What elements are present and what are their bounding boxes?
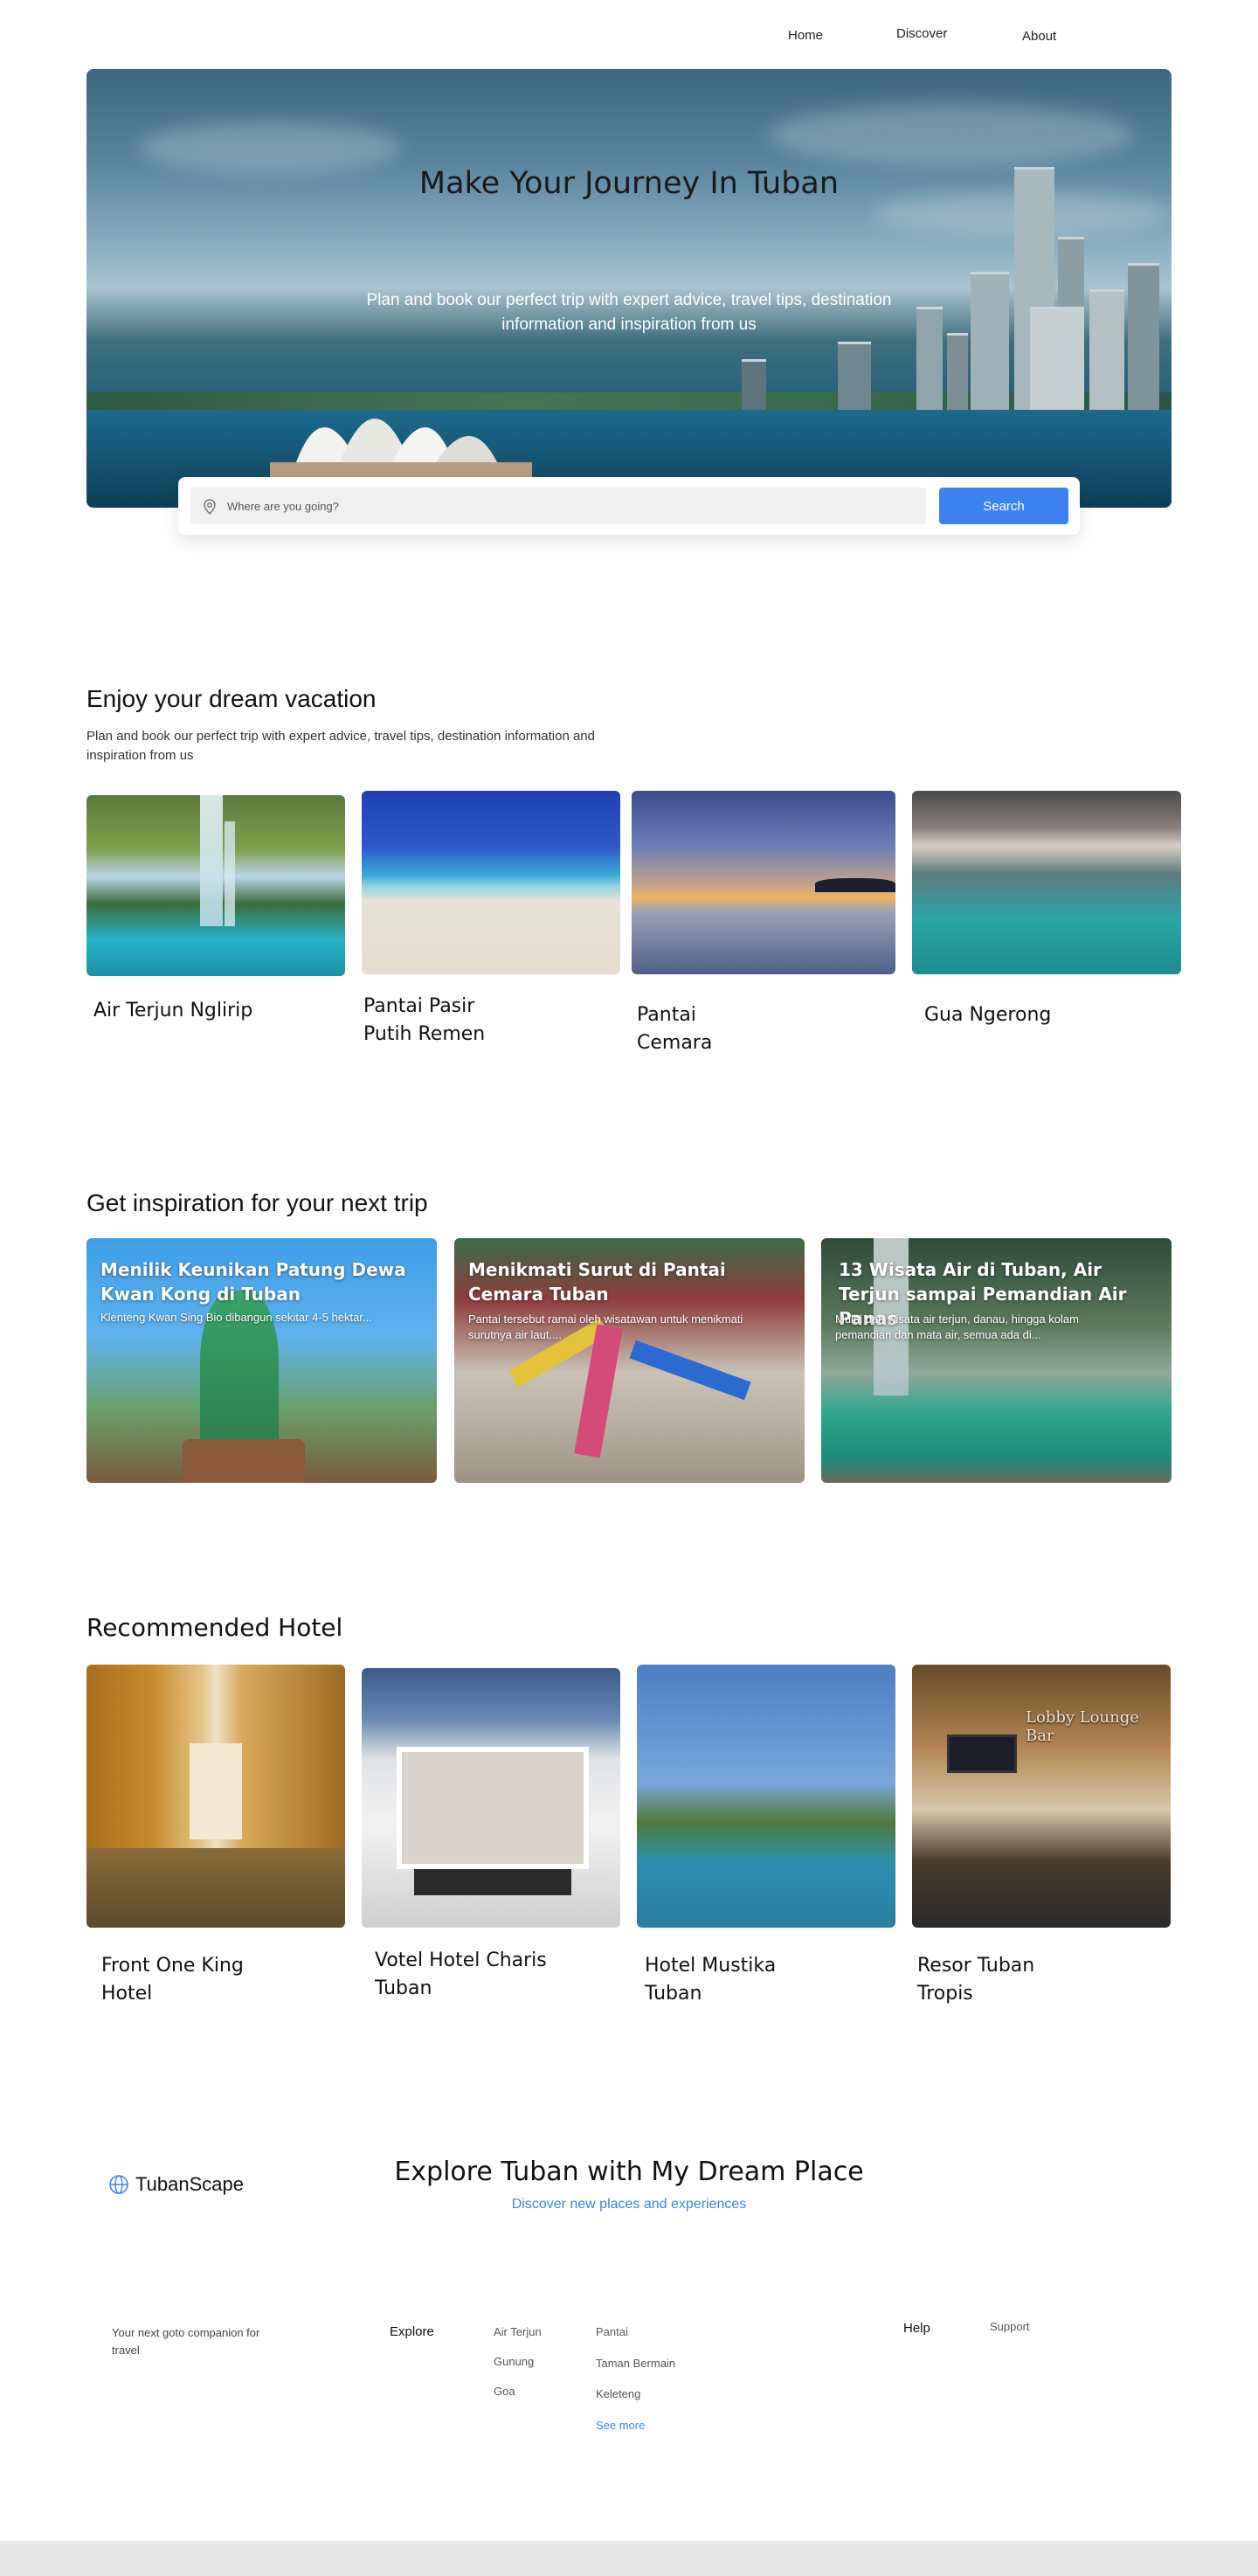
card-image-cave-pool[interactable]	[912, 791, 1181, 974]
footer-link-keleteng[interactable]: Keleteng	[596, 2387, 640, 2400]
search-bar: Search	[178, 477, 1080, 535]
hotel-image-pool[interactable]	[637, 1665, 895, 1928]
footer-tagline: Your next goto companion for travel	[112, 2326, 260, 2357]
search-button[interactable]: Search	[939, 488, 1068, 524]
nav-home-link[interactable]: Home	[788, 28, 823, 43]
footer-link-gunung[interactable]: Gunung	[494, 2355, 534, 2368]
inspiration-card-cemara[interactable]: Menikmati Surut di Pantai Cemara Tuban P…	[454, 1238, 805, 1483]
lounge-bar-sign: Lobby Lounge Bar	[1026, 1708, 1139, 1745]
inspiration-summary: Mulai dari wisata air terjun, danau, hin…	[835, 1312, 1079, 1341]
hotel-image-lounge-bar[interactable]: Lobby Lounge Bar	[912, 1665, 1171, 1928]
search-input[interactable]	[190, 488, 926, 524]
hotel-title-mustika[interactable]: Hotel Mustika Tuban	[645, 1952, 793, 2008]
hotel-image-corridor[interactable]	[86, 1665, 345, 1928]
location-pin-icon	[204, 499, 216, 515]
bottom-bar	[0, 2541, 1258, 2576]
inspiration-summary: Pantai tersebut ramai oleh wisatawan unt…	[468, 1312, 743, 1341]
inspiration-title: Menikmati Surut di Pantai Cemara Tuban	[468, 1259, 726, 1305]
explore-cta-title: Explore Tuban with My Dream Place	[394, 2157, 864, 2187]
inspiration-summary: Klenteng Kwan Sing Bio dibangun sekitar …	[100, 1311, 372, 1324]
hotel-title-votel[interactable]: Votel Hotel Charis Tuban	[375, 1947, 567, 2003]
dream-description: Plan and book our perfect trip with expe…	[86, 729, 595, 763]
footer-support-link[interactable]: Support	[990, 2320, 1030, 2333]
card-image-waterfall[interactable]	[86, 795, 345, 976]
card-image-white-beach[interactable]	[362, 791, 620, 974]
footer-link-pantai[interactable]: Pantai	[596, 2325, 628, 2338]
hotel-image-lobby[interactable]	[362, 1668, 620, 1928]
footer-explore-heading: Explore	[390, 2324, 434, 2339]
inspiration-heading: Get inspiration for your next trip	[86, 1189, 428, 1216]
opera-house-illustration	[270, 419, 532, 488]
card-title-nglirip[interactable]: Air Terjun Nglirip	[93, 997, 321, 1025]
footer-link-taman-bermain[interactable]: Taman Bermain	[596, 2357, 675, 2370]
hero-title: Make Your Journey In Tuban	[418, 166, 840, 201]
card-title-pasir-putih[interactable]: Pantai Pasir Putih Remen	[363, 993, 494, 1049]
footer-help-heading: Help	[903, 2321, 930, 2336]
explore-cta-subtitle[interactable]: Discover new places and experiences	[0, 2197, 1258, 2212]
inspiration-card-wisata-air[interactable]: 13 Wisata Air di Tuban, Air Terjun sampa…	[821, 1238, 1172, 1483]
nav-discover-link[interactable]: Discover	[896, 26, 947, 41]
nav-about-link[interactable]: About	[1022, 29, 1056, 44]
inspiration-title: Menilik Keunikan Patung Dewa Kwan Kong d…	[100, 1259, 406, 1305]
hotel-title-front-one[interactable]: Front One King Hotel	[101, 1952, 276, 2008]
dream-heading: Enjoy your dream vacation	[86, 685, 377, 712]
card-title-ngerong[interactable]: Gua Ngerong	[924, 1001, 1134, 1029]
footer-link-goa[interactable]: Goa	[494, 2385, 515, 2398]
hotels-heading: Recommended Hotel	[86, 1613, 343, 1642]
hotel-title-resor-tropis[interactable]: Resor Tuban Tropis	[917, 1952, 1048, 2008]
hero-subtitle: Plan and book our perfect trip with expe…	[366, 291, 892, 334]
inspiration-card-kwan-kong[interactable]: Menilik Keunikan Patung Dewa Kwan Kong d…	[86, 1238, 437, 1483]
card-image-sunset-beach[interactable]	[632, 791, 895, 974]
footer-link-air-terjun[interactable]: Air Terjun	[494, 2325, 542, 2338]
top-nav: Home Discover About	[0, 24, 1258, 45]
footer-see-more-link[interactable]: See more	[596, 2419, 645, 2432]
card-title-cemara[interactable]: Pantai Cemara	[637, 1001, 733, 1057]
